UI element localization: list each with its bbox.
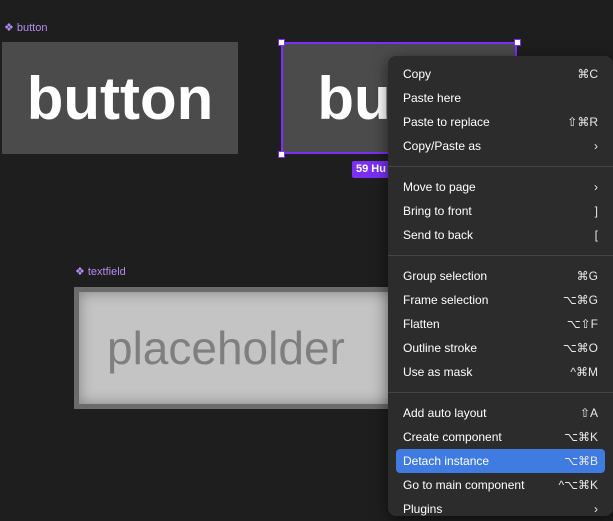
menu-item-shortcut: ^⌥⌘K xyxy=(558,478,598,492)
menu-item-label: Detach instance xyxy=(403,454,490,468)
menu-item-shortcut: ⌥⌘B xyxy=(564,454,598,468)
textfield-inner: placeholder xyxy=(79,292,399,404)
resize-handle-bottom-left[interactable] xyxy=(278,151,285,158)
menu-item-bring-to-front[interactable]: Bring to front] xyxy=(396,199,605,223)
menu-item-label: Use as mask xyxy=(403,365,473,379)
menu-item-add-auto-layout[interactable]: Add auto layout ⇧A xyxy=(396,401,605,425)
menu-separator xyxy=(388,255,613,256)
menu-item-shortcut: ] xyxy=(594,204,598,218)
menu-item-shortcut: ⇧⌘R xyxy=(567,115,598,129)
menu-item-plugins[interactable]: Plugins › xyxy=(396,497,605,521)
menu-item-label: Copy xyxy=(403,67,432,81)
menu-item-copy[interactable]: Copy ⌘C xyxy=(396,62,605,86)
menu-item-shortcut: ⌘G xyxy=(576,269,598,283)
menu-item-shortcut: ⌘C xyxy=(577,67,598,81)
menu-item-send-to-back[interactable]: Send to back [ xyxy=(396,223,605,247)
menu-item-label: Plugins xyxy=(403,502,443,516)
menu-item-frame-selection[interactable]: Frame selection ⌥⌘G xyxy=(396,288,605,312)
chevron-right-icon: › xyxy=(594,502,598,516)
menu-item-paste-here[interactable]: Paste here xyxy=(396,86,605,110)
menu-separator xyxy=(388,166,613,167)
menu-item-use-as-mask[interactable]: Use as mask ^⌘M xyxy=(396,360,605,384)
menu-item-label: Outline stroke xyxy=(403,341,478,355)
menu-item-paste-to-replace[interactable]: Paste to replace ⇧⌘R xyxy=(396,110,605,134)
resize-handle-top-left[interactable] xyxy=(278,39,285,46)
menu-item-detach-instance[interactable]: Detach instance ⌥⌘B xyxy=(396,449,605,473)
menu-item-shortcut: ⌥⌘O xyxy=(562,341,598,355)
chevron-right-icon: › xyxy=(594,180,598,194)
component-icon: ❖ xyxy=(75,265,85,278)
menu-item-flatten[interactable]: Flatten ⌥⇧F xyxy=(396,312,605,336)
component-icon: ❖ xyxy=(4,21,14,34)
menu-item-shortcut: ⌥⌘G xyxy=(562,293,598,307)
menu-item-label: Frame selection xyxy=(403,293,489,307)
button-main-component[interactable]: button xyxy=(2,42,238,154)
menu-item-move-to-page[interactable]: Move to page › xyxy=(396,175,605,199)
menu-item-shortcut: [ xyxy=(594,228,598,242)
menu-item-shortcut: ⇧A xyxy=(579,406,598,420)
menu-item-outline-stroke[interactable]: Outline stroke ⌥⌘O xyxy=(396,336,605,360)
button-component-name: button xyxy=(16,22,48,34)
menu-item-label: Copy/Paste as xyxy=(403,139,482,153)
menu-item-label: Paste here xyxy=(403,91,462,105)
menu-item-shortcut: ⌥⇧F xyxy=(566,317,598,331)
menu-item-create-component[interactable]: Create component ⌥⌘K xyxy=(396,425,605,449)
menu-item-shortcut: ^⌘M xyxy=(570,365,598,379)
textfield-placeholder: placeholder xyxy=(107,322,345,374)
button-component-label[interactable]: ❖ button xyxy=(4,22,47,34)
menu-item-label: Flatten xyxy=(403,317,440,331)
chevron-right-icon: › xyxy=(594,139,598,153)
menu-item-label: Bring to front xyxy=(403,204,472,218)
textfield-component[interactable]: placeholder xyxy=(74,287,404,409)
menu-item-label: Move to page xyxy=(403,180,476,194)
menu-item-go-to-main-component[interactable]: Go to main component ^⌥⌘K xyxy=(396,473,605,497)
resize-handle-top-right[interactable] xyxy=(514,39,521,46)
menu-item-label: Send to back xyxy=(403,228,474,242)
menu-item-label: Add auto layout xyxy=(403,406,487,420)
menu-separator xyxy=(388,392,613,393)
menu-item-group-selection[interactable]: Group selection ⌘G xyxy=(396,264,605,288)
menu-item-shortcut: ⌥⌘K xyxy=(564,430,598,444)
textfield-component-label[interactable]: ❖ textfield xyxy=(75,266,126,278)
menu-item-copy-paste-as[interactable]: Copy/Paste as › xyxy=(396,134,605,158)
menu-item-label: Go to main component xyxy=(403,478,525,492)
context-menu: Copy ⌘C Paste here Paste to replace ⇧⌘R Copy/… xyxy=(388,56,613,516)
menu-item-label: Create component xyxy=(403,430,502,444)
textfield-component-name: textfield xyxy=(87,266,126,278)
menu-item-label: Group selection xyxy=(403,269,488,283)
size-badge: 59 Hu xyxy=(352,161,390,178)
menu-item-label: Paste to replace xyxy=(403,115,490,129)
button-main-text: button xyxy=(26,64,214,132)
